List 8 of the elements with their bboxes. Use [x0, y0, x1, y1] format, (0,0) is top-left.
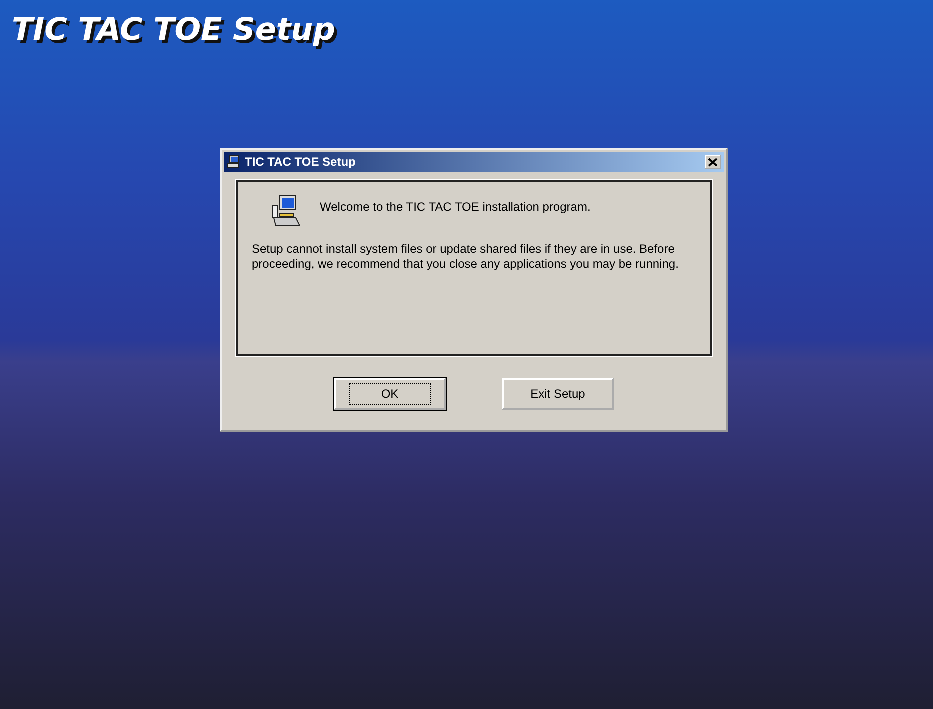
dialog-button[interactable]: OK: [334, 378, 446, 410]
dialog-button[interactable]: Exit Setup: [502, 378, 614, 410]
setup-title: TIC TAC TOE Setup: [12, 12, 336, 48]
dialog-title: TIC TAC TOE Setup: [245, 155, 357, 169]
computer-icon: [227, 155, 241, 169]
warning-message: Setup cannot install system files or update shared files if they are in use. Before proceeding, we recommend that you close any applications you may be running.: [252, 242, 680, 272]
close-button[interactable]: [705, 155, 721, 169]
welcome-heading: Welcome to the TIC TAC TOE installation program.: [320, 200, 591, 214]
